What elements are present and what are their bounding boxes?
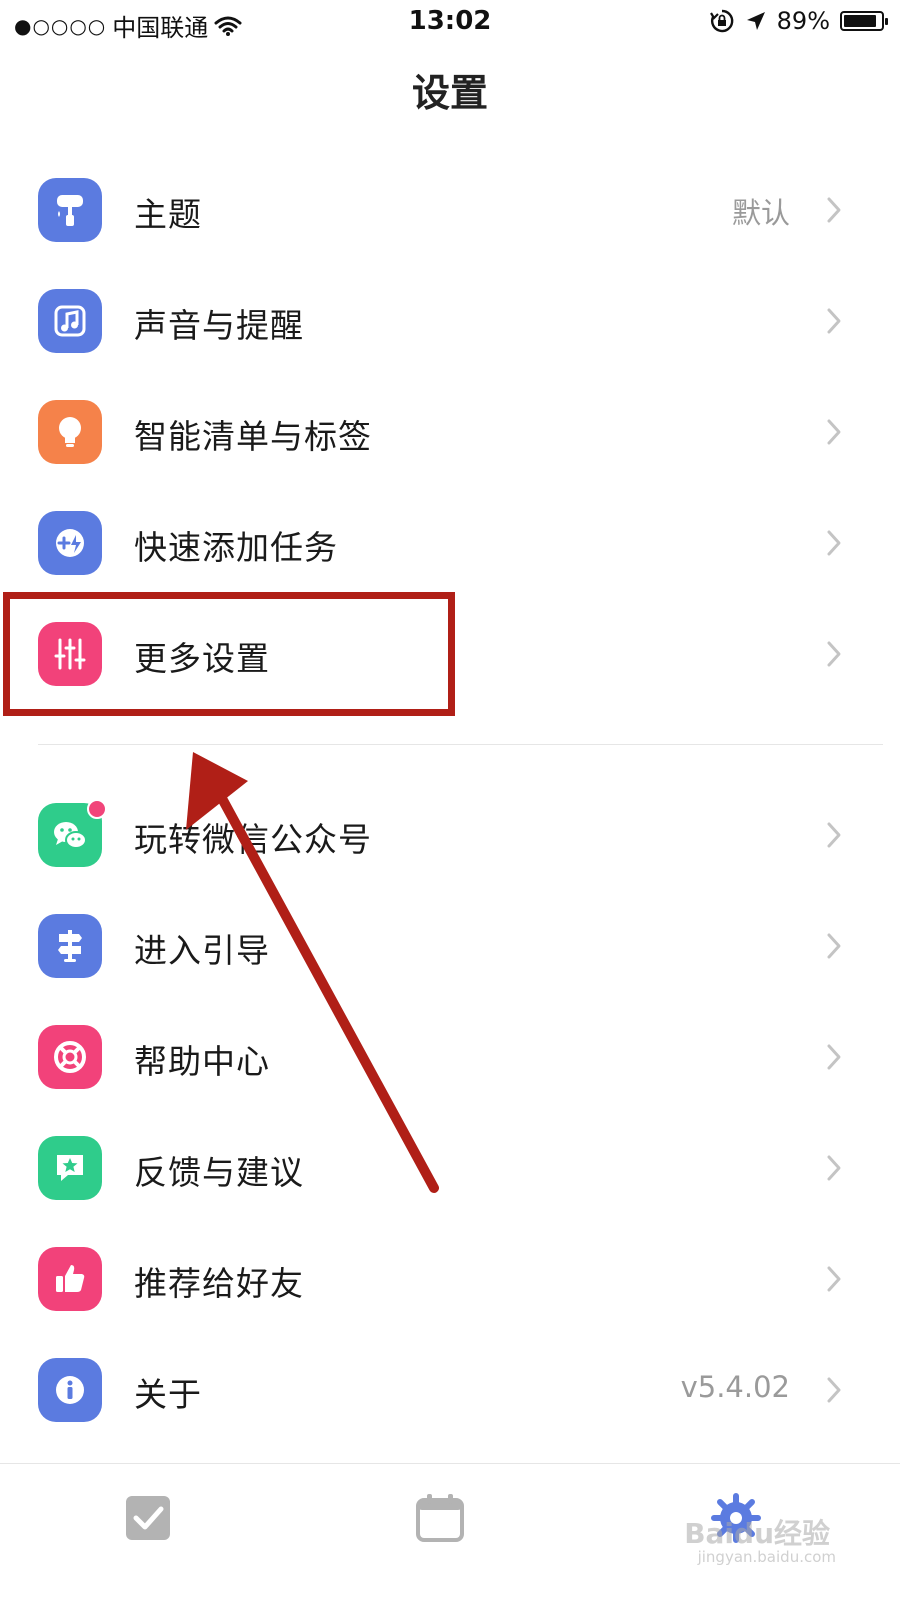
location-arrow-icon	[746, 12, 765, 30]
watermark-text: Baidu经验	[684, 1517, 830, 1550]
signpost-icon	[38, 914, 102, 978]
chevron-right-icon	[827, 530, 841, 556]
settings-row-help-center[interactable]: 帮助中心	[0, 1007, 900, 1107]
settings-row-label: 快速添加任务	[134, 528, 338, 567]
status-right: 89%	[709, 7, 888, 35]
chevron-right-icon	[827, 419, 841, 445]
settings-row-label: 推荐给好友	[134, 1264, 304, 1303]
settings-row-more-settings[interactable]: 更多设置	[0, 604, 900, 704]
chevron-right-icon	[827, 308, 841, 334]
thumbs-up-icon	[38, 1247, 102, 1311]
version-value: v5.4.02	[680, 1370, 790, 1404]
settings-row-feedback[interactable]: 反馈与建议	[0, 1118, 900, 1218]
settings-row-label: 主题	[134, 195, 202, 234]
tab-tasks[interactable]	[118, 1488, 178, 1548]
settings-row-label: 帮助中心	[134, 1042, 270, 1081]
settings-row-quick-add-task[interactable]: 快速添加任务	[0, 493, 900, 593]
status-bar: ●○○○○ 中国联通 13:02 89%	[0, 0, 900, 44]
music-note-icon	[38, 289, 102, 353]
chevron-right-icon	[827, 1266, 841, 1292]
settings-row-sound-reminder[interactable]: 声音与提醒	[0, 271, 900, 371]
settings-row-label: 更多设置	[134, 639, 270, 678]
light-bulb-icon	[38, 400, 102, 464]
settings-row-label: 进入引导	[134, 931, 270, 970]
chevron-right-icon	[827, 1155, 841, 1181]
settings-row-smart-lists-tags[interactable]: 智能清单与标签	[0, 382, 900, 482]
orientation-lock-icon	[709, 9, 734, 33]
settings-row-wechat-official[interactable]: 玩转微信公众号	[0, 785, 900, 885]
notification-dot	[87, 799, 107, 819]
battery-level	[844, 15, 876, 27]
info-icon	[38, 1358, 102, 1422]
quick-add-icon	[38, 511, 102, 575]
section-divider	[38, 744, 883, 745]
page-title: 设置	[411, 71, 488, 115]
chevron-right-icon	[827, 641, 841, 667]
battery-icon	[840, 11, 888, 31]
settings-row-guide[interactable]: 进入引导	[0, 896, 900, 996]
watermark: Baidu经验 jingyan.baidu.com	[660, 1482, 840, 1566]
feedback-star-icon	[38, 1136, 102, 1200]
battery-percent: 89%	[776, 7, 830, 35]
chevron-right-icon	[827, 197, 841, 223]
bottom-tab-bar: Baidu经验 jingyan.baidu.com	[0, 1463, 900, 1601]
settings-row-label: 反馈与建议	[134, 1153, 304, 1192]
checkbox-icon	[126, 1496, 170, 1540]
chevron-right-icon	[827, 822, 841, 848]
settings-row-label: 玩转微信公众号	[134, 820, 372, 859]
lifebuoy-icon	[38, 1025, 102, 1089]
calendar-icon	[416, 1494, 464, 1542]
settings-row-recommend[interactable]: 推荐给好友	[0, 1229, 900, 1329]
settings-row-theme[interactable]: 主题 默认	[0, 160, 900, 260]
chevron-right-icon	[827, 1044, 841, 1070]
tab-calendar[interactable]	[410, 1488, 470, 1548]
chevron-right-icon	[827, 1377, 841, 1403]
sliders-icon	[38, 622, 102, 686]
settings-row-label: 关于	[134, 1375, 202, 1414]
settings-row-about[interactable]: 关于 v5.4.02	[0, 1340, 900, 1440]
theme-value: 默认	[731, 196, 790, 230]
paint-roller-icon	[38, 178, 102, 242]
settings-row-label: 声音与提醒	[134, 306, 304, 345]
chevron-right-icon	[827, 933, 841, 959]
settings-row-label: 智能清单与标签	[134, 417, 372, 456]
watermark-url: jingyan.baidu.com	[697, 1548, 836, 1566]
